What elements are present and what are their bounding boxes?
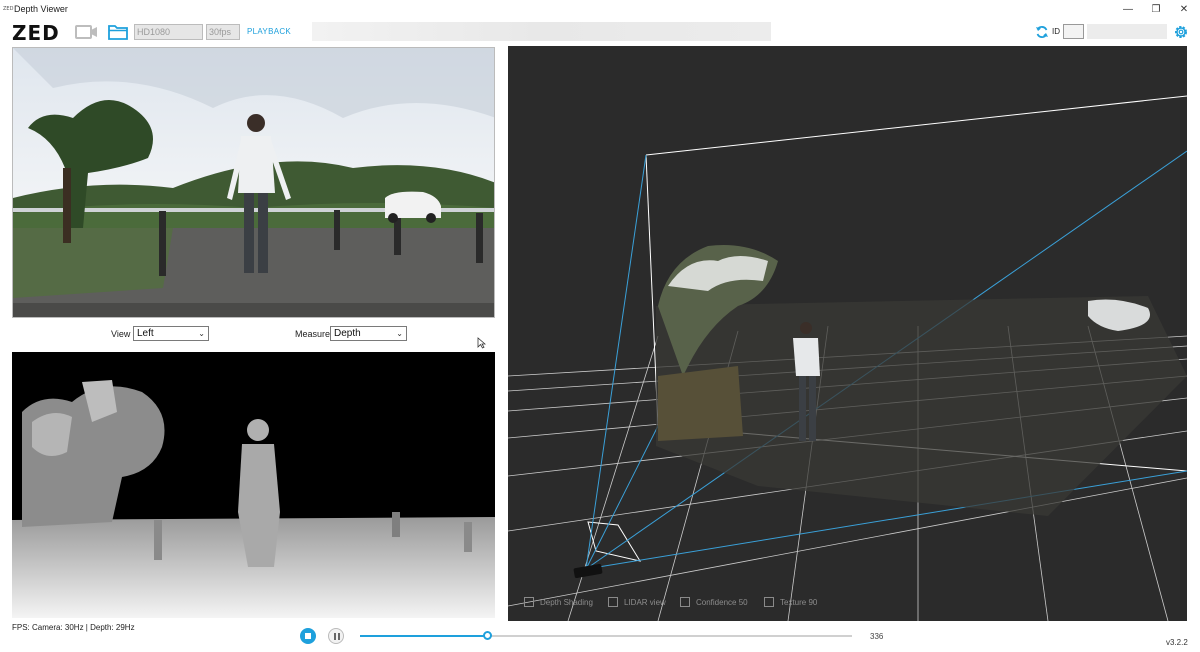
stop-button[interactable] xyxy=(300,628,316,644)
playback-label: PLAYBACK xyxy=(247,27,292,36)
frame-count: 336 xyxy=(870,632,884,641)
depth-map-image xyxy=(12,352,495,618)
depth-shading-checkbox[interactable]: Depth Shading xyxy=(524,597,593,607)
restore-button[interactable]: ❐ xyxy=(1142,2,1170,18)
pause-button[interactable] xyxy=(328,628,344,644)
file-path-bar xyxy=(312,22,771,41)
fps-status: FPS: Camera: 30Hz | Depth: 29Hz xyxy=(12,623,135,632)
view-label: View xyxy=(111,329,131,339)
checkbox-label: Depth Shading xyxy=(540,597,593,607)
measure-select[interactable]: Depth ⌄ xyxy=(330,326,407,341)
chevron-down-icon: ⌄ xyxy=(198,329,205,338)
checkbox-box[interactable] xyxy=(764,597,774,607)
lidar-view-checkbox[interactable]: LIDAR view xyxy=(608,597,666,607)
view-select-value: Left xyxy=(137,328,154,339)
playback-slider-handle[interactable] xyxy=(482,631,492,640)
close-button[interactable]: ✕ xyxy=(1170,2,1198,18)
left-camera-image xyxy=(12,47,495,318)
checkbox-box[interactable] xyxy=(680,597,690,607)
confidence-checkbox[interactable]: Confidence 50 xyxy=(680,597,748,607)
playback-slider[interactable] xyxy=(360,631,852,640)
app-icon: ZED xyxy=(3,6,14,12)
gear-icon[interactable] xyxy=(1173,24,1189,45)
resolution-field[interactable]: HD1080 xyxy=(134,24,203,40)
zed-logo: ZED xyxy=(12,21,60,45)
id-field[interactable] xyxy=(1063,24,1084,39)
camera-icon[interactable] xyxy=(75,25,99,44)
checkbox-label: LIDAR view xyxy=(624,597,666,607)
checkbox-box[interactable] xyxy=(524,597,534,607)
fps-field[interactable]: 30fps xyxy=(206,24,240,40)
point-cloud-viewer[interactable]: Depth Shading LIDAR view Confidence 50 T… xyxy=(508,46,1187,621)
chevron-down-icon: ⌄ xyxy=(396,329,403,338)
title-bar: ZED Depth Viewer — ❐ ✕ xyxy=(0,0,1200,20)
window-title: Depth Viewer xyxy=(14,4,68,14)
version-label: v3.2.2 xyxy=(1166,638,1188,647)
minimize-button[interactable]: — xyxy=(1114,2,1142,18)
checkbox-box[interactable] xyxy=(608,597,618,607)
texture-checkbox[interactable]: Texture 90 xyxy=(764,597,817,607)
toolbar: ZED HD1080 30fps PLAYBACK ID xyxy=(0,20,1200,45)
measure-label: Measure xyxy=(295,329,331,339)
view-select[interactable]: Left ⌄ xyxy=(133,326,209,341)
checkbox-label: Texture 90 xyxy=(780,597,818,607)
serial-display xyxy=(1087,24,1167,39)
id-label: ID xyxy=(1052,27,1060,36)
folder-icon[interactable] xyxy=(108,24,128,45)
playback-progress xyxy=(360,635,488,637)
refresh-icon[interactable] xyxy=(1035,25,1049,44)
checkbox-label: Confidence 50 xyxy=(696,597,748,607)
measure-select-value: Depth xyxy=(334,328,361,339)
